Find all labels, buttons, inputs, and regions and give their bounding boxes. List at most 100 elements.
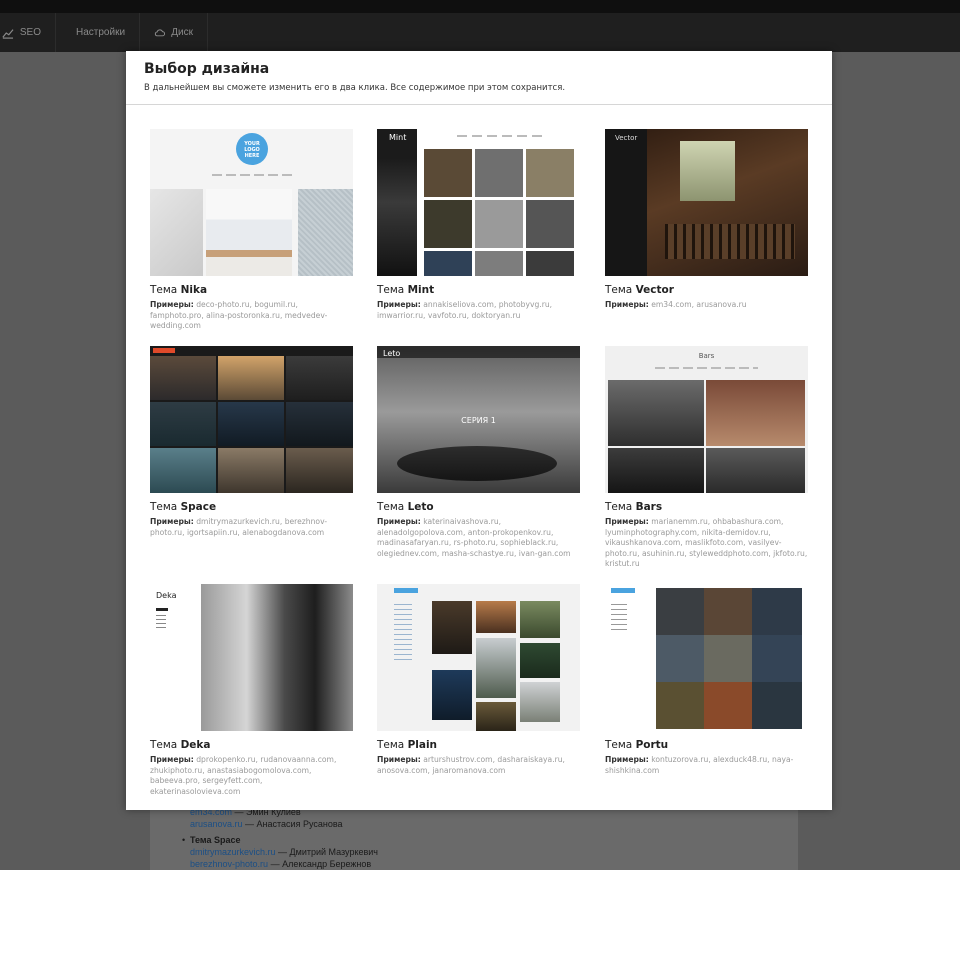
railing	[665, 224, 795, 259]
thumb-photo	[286, 448, 353, 493]
thumb-photo	[218, 448, 284, 493]
theme-prefix: Тема	[377, 284, 405, 296]
thumb-photo	[286, 356, 353, 400]
theme-title: Тема Leto	[377, 501, 580, 513]
thumb-photo	[475, 200, 523, 248]
theme-name: Bars	[635, 501, 663, 513]
theme-name: Leto	[407, 501, 434, 513]
theme-logo: Deka	[156, 591, 177, 600]
thumb-photo	[424, 251, 472, 276]
tab-disk[interactable]: Диск	[140, 13, 208, 52]
design-picker-modal: Выбор дизайна В дальнейшем вы сможете из…	[126, 51, 832, 810]
thumb-photo	[526, 251, 574, 276]
modal-header: Выбор дизайна В дальнейшем вы сможете из…	[126, 51, 832, 105]
logo-badge	[611, 588, 635, 593]
theme-card-plain[interactable]: Тема Plain Примеры: arturshustrov.com, d…	[377, 584, 580, 776]
theme-thumbnail-bars[interactable]: Bars	[605, 346, 808, 493]
theme-prefix: Тема	[377, 501, 405, 513]
theme-prefix: Тема	[150, 739, 178, 751]
thumb-photo	[475, 251, 523, 276]
nav-lines	[457, 135, 547, 137]
theme-title: Тема Plain	[377, 739, 580, 751]
examples-label: Примеры:	[150, 300, 194, 309]
thumb-photo	[520, 682, 560, 722]
theme-title: Тема Nika	[150, 284, 353, 296]
theme-prefix: Тема	[377, 739, 405, 751]
thumb-photo	[704, 635, 752, 682]
examples-label: Примеры:	[377, 755, 421, 764]
thumb-photo	[752, 682, 802, 729]
theme-thumbnail-deka[interactable]: Deka	[150, 584, 353, 731]
theme-examples: Примеры: em34.com, arusanova.ru	[605, 300, 808, 311]
modal-title: Выбор дизайна	[144, 61, 270, 77]
theme-name: Nika	[180, 284, 208, 296]
thumb-photo	[150, 356, 216, 400]
theme-thumbnail-space[interactable]	[150, 346, 353, 493]
bg-link[interactable]: dmitrymazurkevich.ru	[190, 847, 276, 857]
theme-name: Deka	[180, 739, 211, 751]
theme-thumbnail-vector[interactable]: Vector	[605, 129, 808, 276]
chart-icon	[2, 28, 14, 39]
theme-card-bars[interactable]: Bars Тема Bars Примеры: marianemm.ru, oh…	[605, 346, 808, 570]
theme-card-nika[interactable]: YOUR LOGO HERE Тема Nika Примеры: deco-p…	[150, 129, 353, 332]
cloud-icon	[154, 28, 166, 36]
thumb-photo	[656, 682, 704, 729]
tab-seo[interactable]: SEO	[0, 13, 56, 52]
window-light	[680, 141, 735, 201]
bg-line: • Тема Space	[182, 834, 378, 846]
thumb-photo	[752, 635, 802, 682]
tab-disk-label: Диск	[171, 27, 193, 38]
tab-settings[interactable]: Настройки	[56, 13, 140, 52]
thumb-photo	[656, 588, 704, 635]
bg-link[interactable]: arusanova.ru	[190, 819, 243, 829]
nav-lines	[394, 604, 412, 664]
theme-thumbnail-portu[interactable]	[605, 584, 808, 731]
theme-thumbnail-nika[interactable]: YOUR LOGO HERE	[150, 129, 353, 276]
theme-card-deka[interactable]: Deka Тема Deka Примеры: dprokopenko.ru, …	[150, 584, 353, 797]
thumb-photo	[704, 588, 752, 635]
theme-examples: Примеры: marianemm.ru, ohbabashura.com, …	[605, 517, 808, 570]
theme-examples: Примеры: arturshustrov.com, dasharaiskay…	[377, 755, 580, 776]
theme-logo: Bars	[698, 352, 715, 360]
nav-lines	[655, 367, 758, 369]
tab-settings-label: Настройки	[76, 27, 126, 38]
examples-links[interactable]: em34.com, arusanova.ru	[651, 300, 746, 309]
thumb-photo	[520, 643, 560, 678]
theme-thumbnail-mint[interactable]: Mint	[377, 129, 580, 276]
thumb-photo	[286, 402, 353, 446]
thumb-photo	[150, 402, 216, 446]
bg-text: — Дмитрий Мазуркевич	[275, 847, 378, 857]
theme-card-portu[interactable]: Тема Portu Примеры: kontuzorova.ru, alex…	[605, 584, 808, 776]
puddle	[397, 446, 557, 481]
theme-examples: Примеры: dprokopenko.ru, rudanovaanna.co…	[150, 755, 353, 797]
nav-lines	[611, 604, 627, 634]
bg-link[interactable]: berezhnov-photo.ru	[190, 859, 268, 869]
examples-label: Примеры:	[377, 300, 421, 309]
theme-logo: Mint	[389, 133, 407, 142]
thumb-photo	[752, 588, 802, 635]
examples-label: Примеры:	[605, 755, 649, 764]
header-bar	[377, 346, 580, 358]
examples-label: Примеры:	[605, 517, 649, 526]
logo-placeholder: YOUR LOGO HERE	[236, 133, 268, 165]
theme-card-vector[interactable]: Vector Тема Vector Примеры: em34.com, ar…	[605, 129, 808, 311]
theme-thumbnail-plain[interactable]	[377, 584, 580, 731]
thumb-photo	[150, 448, 216, 493]
theme-card-leto[interactable]: Leto СЕРИЯ 1 Тема Leto Примеры: katerina…	[377, 346, 580, 559]
thumb-photo	[424, 200, 472, 248]
theme-card-space[interactable]: Тема Space Примеры: dmitrymazurkevich.ru…	[150, 346, 353, 538]
bg-line: arusanova.ru — Анастасия Русанова	[190, 818, 378, 830]
theme-logo: Vector	[615, 134, 638, 142]
theme-title: Тема Vector	[605, 284, 808, 296]
thumb-photo	[475, 149, 523, 197]
theme-card-mint[interactable]: Mint Тема Mint Примеры: annakiseliova.co…	[377, 129, 580, 321]
theme-examples: Примеры: annakiseliova.com, photobyvg.ru…	[377, 300, 580, 321]
series-caption: СЕРИЯ 1	[461, 416, 496, 425]
examples-label: Примеры:	[605, 300, 649, 309]
theme-title: Тема Bars	[605, 501, 808, 513]
thumb-photo	[150, 189, 203, 276]
theme-examples: Примеры: deco-photo.ru, bogumil.ru, famp…	[150, 300, 353, 332]
nav-lines	[212, 174, 292, 176]
theme-title: Тема Portu	[605, 739, 808, 751]
theme-thumbnail-leto[interactable]: Leto СЕРИЯ 1	[377, 346, 580, 493]
